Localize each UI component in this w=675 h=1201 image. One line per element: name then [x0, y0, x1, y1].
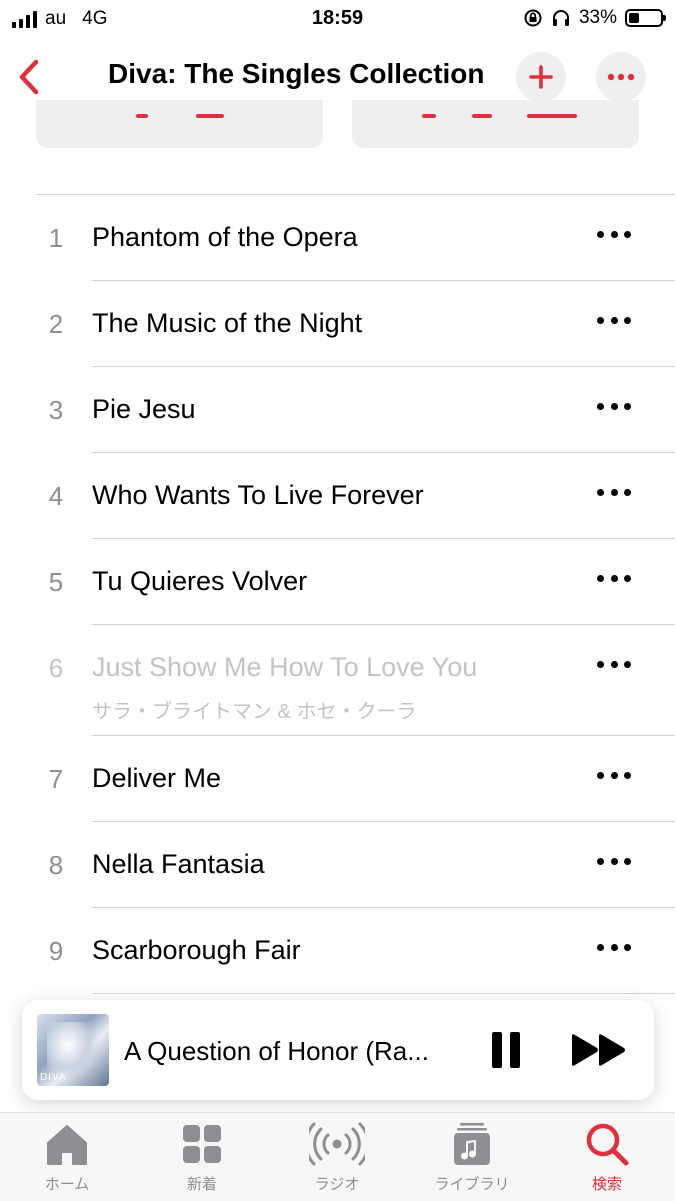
divider [92, 993, 675, 994]
library-icon [449, 1121, 495, 1167]
add-button[interactable] [516, 52, 566, 102]
artwork-logo: DIVA [40, 1072, 67, 1083]
track-number: 4 [48, 481, 64, 511]
track-more-icon[interactable] [597, 661, 631, 671]
track-row-unavailable[interactable]: 6 Just Show Me How To Love You サラ・ブライトマン… [0, 625, 675, 736]
radio-icon [304, 1121, 370, 1167]
tab-home[interactable]: ホーム [12, 1121, 122, 1194]
status-right: 33% [523, 7, 666, 29]
track-number: 8 [48, 850, 64, 880]
search-icon [584, 1121, 630, 1167]
track-title: Just Show Me How To Love You [92, 652, 478, 682]
track-number: 2 [48, 309, 64, 339]
tab-bar: ホーム 新着 ラジオ ライブラリ 検索 [0, 1112, 675, 1201]
status-bar: au 4G 18:59 33% [0, 0, 675, 38]
tab-label: ラジオ [314, 1176, 360, 1193]
rotation-lock-icon [524, 9, 542, 27]
tab-radio[interactable]: ラジオ [282, 1121, 392, 1194]
track-title: Phantom of the Opera [92, 222, 358, 252]
track-title: Tu Quieres Volver [92, 566, 308, 596]
track-row[interactable]: 1 Phantom of the Opera [0, 195, 675, 281]
track-more-icon[interactable] [597, 231, 631, 241]
ellipsis-icon [607, 73, 635, 81]
play-label-fragment [196, 114, 224, 118]
track-more-icon[interactable] [597, 944, 631, 954]
track-row[interactable]: 8 Nella Fantasia [0, 822, 675, 908]
headphones-icon [552, 10, 569, 26]
mini-player[interactable]: DIVA A Question of Honor (Ra... [22, 1000, 654, 1100]
track-number: 1 [48, 223, 64, 253]
track-number: 7 [48, 764, 64, 794]
chevron-left-icon [19, 59, 39, 95]
play-label-fragment [136, 114, 148, 118]
home-icon [44, 1121, 90, 1167]
shuffle-label-fragment [472, 114, 492, 118]
track-title: The Music of the Night [92, 308, 363, 338]
plus-icon [529, 65, 553, 89]
track-row[interactable]: 2 The Music of the Night [0, 281, 675, 367]
track-row[interactable]: 9 Scarborough Fair [0, 908, 675, 994]
track-number: 6 [48, 653, 64, 683]
pause-button[interactable] [486, 1030, 526, 1070]
track-title: Nella Fantasia [92, 849, 265, 879]
shuffle-label-fragment [422, 114, 436, 118]
track-title: Pie Jesu [92, 394, 196, 424]
tab-library[interactable]: ライブラリ [417, 1121, 527, 1194]
more-options-button[interactable] [596, 52, 646, 102]
track-more-icon[interactable] [597, 858, 631, 868]
battery-icon [625, 9, 666, 27]
action-buttons [36, 100, 639, 148]
track-list: 1 Phantom of the Opera 2 The Music of th… [0, 195, 675, 994]
track-more-icon[interactable] [597, 772, 631, 782]
album-artwork[interactable]: DIVA [37, 1014, 109, 1086]
track-title: Scarborough Fair [92, 935, 301, 965]
fast-forward-button[interactable] [570, 1032, 628, 1068]
now-playing-title[interactable]: A Question of Honor (Ra... [124, 1036, 429, 1067]
play-button[interactable] [36, 100, 323, 148]
battery-percent: 33% [578, 7, 617, 28]
track-more-icon[interactable] [597, 575, 631, 585]
shuffle-label-fragment [527, 114, 577, 118]
track-row[interactable]: 3 Pie Jesu [0, 367, 675, 453]
track-number: 3 [48, 395, 64, 425]
track-artist: サラ・ブライトマン & ホセ・クーラ [92, 701, 417, 723]
tab-label: 検索 [591, 1176, 622, 1193]
fast-forward-icon [572, 1034, 625, 1066]
tab-browse[interactable]: 新着 [147, 1121, 257, 1194]
tab-search[interactable]: 検索 [552, 1121, 662, 1194]
pause-icon [492, 1032, 502, 1068]
track-more-icon[interactable] [597, 317, 631, 327]
track-more-icon[interactable] [597, 403, 631, 413]
tab-label: ライブラリ [434, 1176, 510, 1193]
track-number: 9 [48, 936, 64, 966]
track-row[interactable]: 4 Who Wants To Live Forever [0, 453, 675, 539]
battery-fill [629, 13, 639, 23]
back-button[interactable] [14, 56, 46, 98]
track-more-icon[interactable] [597, 489, 631, 499]
pause-icon [510, 1032, 520, 1068]
grid-icon [179, 1121, 225, 1167]
shuffle-button[interactable] [352, 100, 639, 148]
tab-label: 新着 [186, 1176, 217, 1193]
track-title: Who Wants To Live Forever [92, 480, 424, 510]
track-number: 5 [48, 567, 64, 597]
page-title: Diva: The Singles Collection [108, 58, 485, 89]
track-row[interactable]: 5 Tu Quieres Volver [0, 539, 675, 625]
tab-label: ホーム [44, 1176, 90, 1193]
track-title: Deliver Me [92, 763, 222, 793]
track-row[interactable]: 7 Deliver Me [0, 736, 675, 822]
